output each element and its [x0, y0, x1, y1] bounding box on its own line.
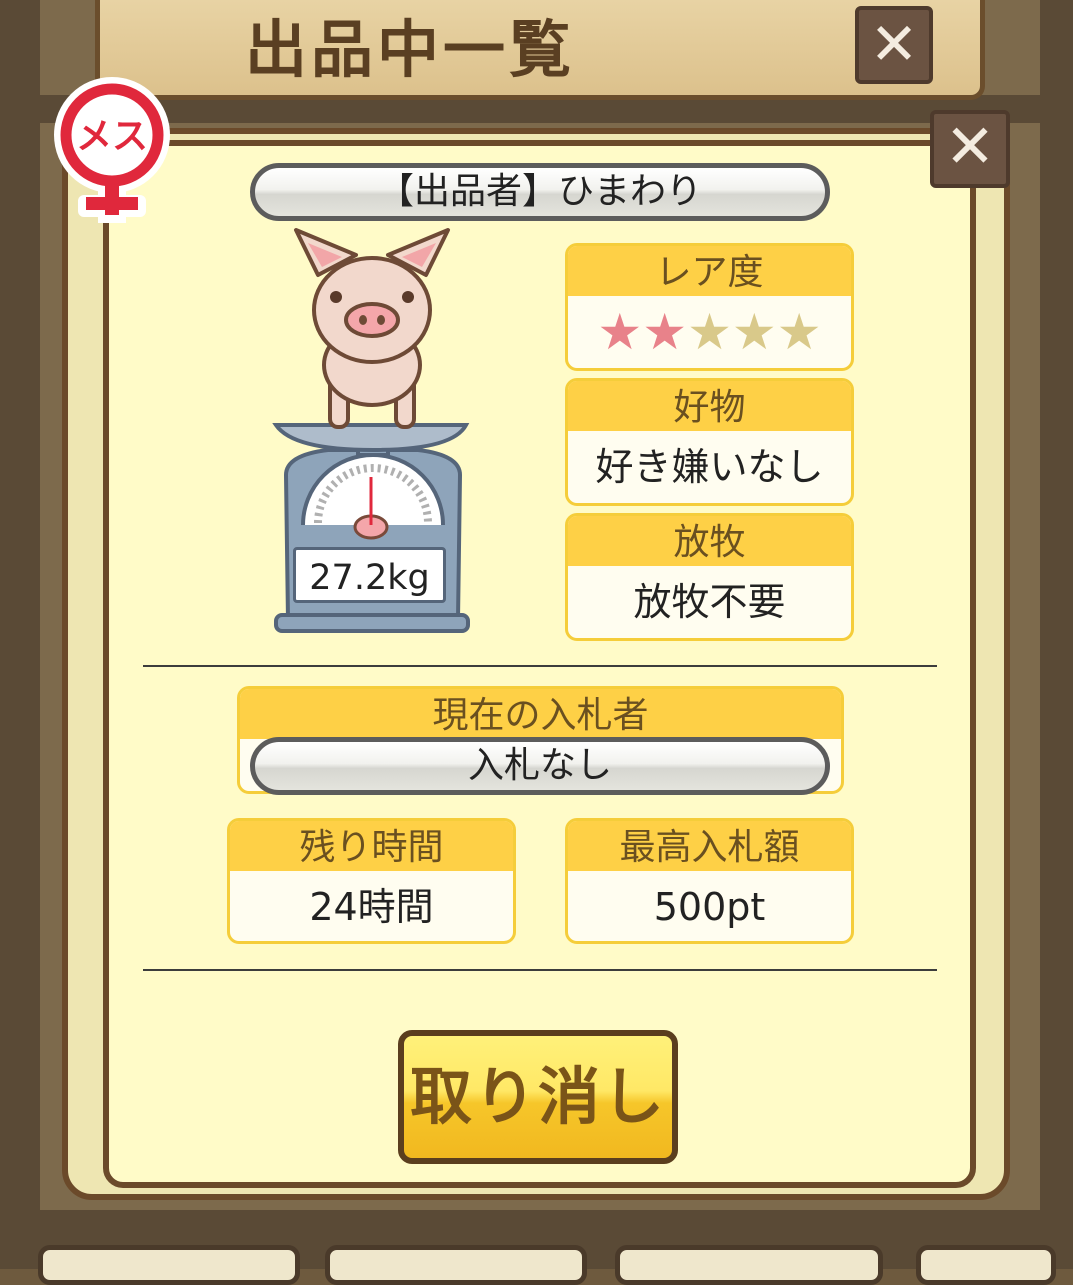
highest-bid-label: 最高入札額	[568, 821, 851, 871]
screen-title: 出品中一覧	[244, 13, 575, 86]
dialog-close-button[interactable]: ✕	[930, 110, 1010, 188]
grazing-value: 放牧不要	[633, 580, 786, 624]
cancel-listing-button[interactable]: 取り消し	[398, 1030, 678, 1164]
time-left-box: 残り時間 24時間	[227, 818, 516, 944]
gender-label: メス	[76, 116, 148, 157]
star-empty-icon: ★	[687, 303, 732, 361]
divider	[143, 665, 937, 667]
favorite-food-label: 好物	[568, 381, 851, 431]
rarity-label: レア度	[568, 246, 851, 296]
star-filled-icon: ★	[597, 303, 643, 361]
time-left-value: 24時間	[309, 885, 434, 929]
favorite-food-box: 好物 好き嫌いなし	[565, 378, 854, 506]
highest-bid-box: 最高入札額 500pt	[565, 818, 854, 944]
bottom-tab[interactable]	[916, 1245, 1056, 1285]
bottom-tab[interactable]	[615, 1245, 883, 1285]
highest-bid-value: 500pt	[653, 885, 766, 929]
grazing-label: 放牧	[568, 516, 851, 566]
favorite-food-value: 好き嫌いなし	[595, 445, 824, 489]
time-left-label: 残り時間	[230, 821, 513, 871]
seller-name: 【出品者】ひまわり	[250, 163, 830, 221]
bottom-tab[interactable]	[38, 1245, 300, 1285]
star-empty-icon: ★	[776, 303, 822, 361]
current-bidder-value: 入札なし	[250, 737, 830, 795]
bottom-tab[interactable]	[325, 1245, 587, 1285]
rarity-box: レア度 ★★★★★	[565, 243, 854, 371]
star-empty-icon: ★	[731, 303, 777, 361]
female-gender-icon: メス	[54, 77, 170, 223]
divider	[143, 969, 937, 971]
title-close-button[interactable]: ✕	[855, 6, 933, 84]
rarity-stars: ★★★★★	[568, 296, 851, 368]
star-filled-icon: ★	[642, 303, 688, 361]
grazing-box: 放牧 放牧不要	[565, 513, 854, 641]
weight-readout: 27.2kg	[293, 547, 446, 603]
current-bidder-label: 現在の入札者	[240, 689, 841, 739]
